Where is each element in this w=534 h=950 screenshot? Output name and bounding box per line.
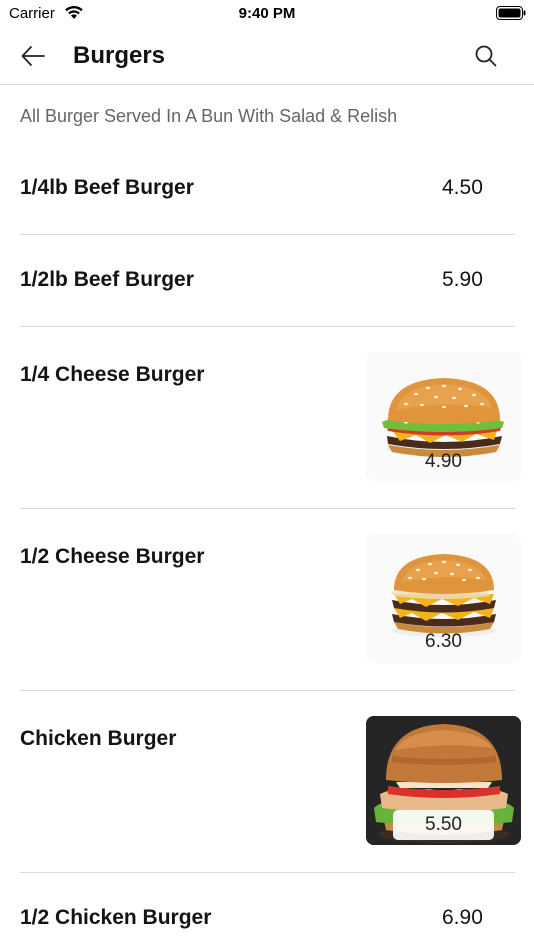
item-image: 5.50 [366, 716, 521, 845]
status-bar: Carrier 9:40 PM [0, 0, 534, 30]
item-name: 1/2lb Beef Burger [20, 268, 194, 291]
clock-time: 9:40 PM [238, 5, 296, 22]
menu-item-chicken-burger[interactable]: Chicken Burger 5.50 [20, 691, 521, 872]
page-title: Burgers [73, 42, 166, 69]
item-price: 6.90 [442, 906, 483, 929]
item-name: Chicken Burger [20, 727, 177, 750]
menu-item-half-cheese-burger[interactable]: 1/2 Cheese Burger 6.30 [20, 509, 521, 690]
menu-item-half-beef-burger[interactable]: 1/2lb Beef Burger 5.90 [20, 235, 515, 326]
search-icon [475, 45, 497, 67]
arrow-left-icon [21, 46, 45, 66]
item-image: 6.30 [366, 534, 521, 663]
item-price: 4.90 [425, 451, 462, 472]
category-description: All Burger Served In A Bun With Salad & … [20, 106, 398, 126]
back-button[interactable] [14, 40, 52, 72]
item-name: 1/4lb Beef Burger [20, 176, 194, 199]
item-name: 1/2 Chicken Burger [20, 906, 212, 929]
item-price: 5.50 [393, 810, 494, 840]
item-price: 5.90 [442, 268, 483, 291]
menu-item-half-chicken-burger[interactable]: 1/2 Chicken Burger 6.90 [20, 873, 515, 950]
menu-item-quarter-beef-burger[interactable]: 1/4lb Beef Burger 4.50 [20, 160, 515, 234]
item-name: 1/2 Cheese Burger [20, 545, 205, 568]
menu-item-quarter-cheese-burger[interactable]: 1/4 Cheese Burger 4.90 [20, 327, 521, 508]
item-price: 4.50 [442, 176, 483, 199]
search-button[interactable] [468, 40, 504, 72]
item-image: 4.90 [366, 352, 521, 481]
item-name: 1/4 Cheese Burger [20, 363, 205, 386]
battery-icon [496, 6, 526, 20]
nav-bar: Burgers [0, 30, 534, 85]
item-price: 6.30 [425, 631, 462, 652]
